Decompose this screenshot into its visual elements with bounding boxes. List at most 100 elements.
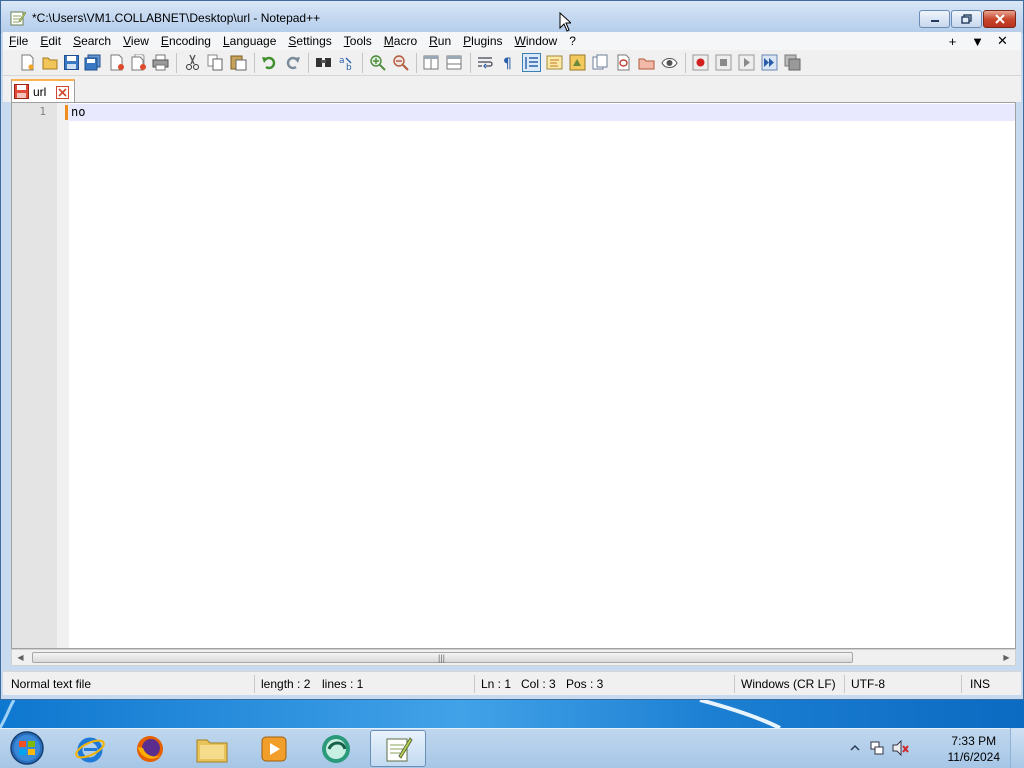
paste-icon[interactable] bbox=[230, 54, 247, 71]
window-title: *C:\Users\VM1.COLLABNET\Desktop\url - No… bbox=[32, 11, 321, 25]
menu-language[interactable]: Language bbox=[217, 32, 282, 50]
save-macro-icon[interactable] bbox=[784, 54, 801, 71]
document-map-icon[interactable] bbox=[569, 54, 586, 71]
menu-settings[interactable]: Settings bbox=[282, 32, 337, 50]
status-eol[interactable]: Windows (CR LF) bbox=[741, 677, 836, 691]
zoom-out-icon[interactable] bbox=[392, 54, 409, 71]
menu-window[interactable]: Window bbox=[509, 32, 564, 50]
status-ln: Ln : 1 bbox=[481, 677, 512, 691]
svg-text:a: a bbox=[339, 56, 345, 66]
system-tray: 7:33 PM 11/6/2024 bbox=[834, 728, 1024, 768]
line-number: 1 bbox=[39, 105, 46, 118]
menu-tools[interactable]: Tools bbox=[338, 32, 378, 50]
toolbar-separator bbox=[416, 53, 417, 73]
status-insert-mode[interactable]: INS bbox=[970, 677, 990, 691]
word-wrap-icon[interactable] bbox=[477, 54, 494, 71]
record-macro-icon[interactable] bbox=[692, 54, 709, 71]
menu-run[interactable]: Run bbox=[423, 32, 457, 50]
toolbar-separator bbox=[254, 53, 255, 73]
stop-recording-icon[interactable] bbox=[715, 54, 732, 71]
title-bar[interactable]: *C:\Users\VM1.COLLABNET\Desktop\url - No… bbox=[1, 1, 1023, 33]
user-defined-language-icon[interactable] bbox=[546, 54, 563, 71]
monitoring-icon[interactable] bbox=[638, 54, 655, 71]
show-hidden-icons-icon[interactable] bbox=[850, 743, 860, 753]
sync-vertical-icon[interactable] bbox=[423, 54, 440, 71]
minimize-button[interactable] bbox=[919, 10, 950, 28]
close-file-icon[interactable] bbox=[109, 54, 126, 71]
show-desktop-button[interactable] bbox=[1010, 728, 1024, 768]
tab-list-button[interactable]: ▼ bbox=[965, 34, 990, 49]
save-icon[interactable] bbox=[63, 54, 80, 71]
horizontal-scrollbar[interactable]: ◀ ||| ▶ bbox=[11, 649, 1016, 666]
status-encoding[interactable]: UTF-8 bbox=[851, 677, 885, 691]
taskbar-firefox[interactable] bbox=[122, 730, 178, 767]
menu-right-controls: + ▼ ✕ bbox=[940, 32, 1015, 50]
undo-icon[interactable] bbox=[261, 54, 278, 71]
mouse-cursor-icon bbox=[559, 12, 571, 32]
new-tab-button[interactable]: + bbox=[940, 34, 965, 49]
menu-help[interactable]: ? bbox=[563, 32, 582, 50]
fold-margin[interactable] bbox=[57, 103, 69, 648]
taskbar-file-explorer[interactable] bbox=[184, 730, 240, 767]
indent-guide-icon[interactable] bbox=[522, 53, 541, 72]
unsaved-file-icon bbox=[14, 84, 29, 99]
internet-explorer-icon bbox=[75, 737, 105, 762]
taskbar-notepadpp[interactable] bbox=[370, 730, 426, 767]
maximize-button[interactable] bbox=[951, 10, 982, 28]
editor-area[interactable]: 1 no bbox=[11, 102, 1016, 649]
volume-muted-icon[interactable] bbox=[892, 740, 910, 756]
caret-marker bbox=[65, 105, 68, 120]
replace-icon[interactable]: ab bbox=[338, 54, 355, 71]
toolbar: ab ¶ bbox=[3, 50, 1021, 76]
playback-macro-icon[interactable] bbox=[738, 54, 755, 71]
toolbar-separator bbox=[308, 53, 309, 73]
menu-encoding[interactable]: Encoding bbox=[155, 32, 217, 50]
code-line[interactable]: no bbox=[71, 105, 85, 119]
show-all-characters-icon[interactable]: ¶ bbox=[500, 54, 517, 71]
print-icon[interactable] bbox=[152, 54, 169, 71]
taskbar-internet-explorer[interactable] bbox=[62, 730, 118, 767]
toolbar-separator bbox=[362, 53, 363, 73]
svg-text:b: b bbox=[346, 63, 352, 71]
menu-edit[interactable]: Edit bbox=[34, 32, 67, 50]
find-icon[interactable] bbox=[315, 54, 332, 71]
minimize-icon bbox=[930, 20, 939, 22]
taskbar-app[interactable] bbox=[308, 730, 364, 767]
tab-close-icon[interactable] bbox=[56, 86, 69, 99]
cut-icon[interactable] bbox=[184, 54, 201, 71]
app-icon bbox=[322, 734, 350, 763]
tab-url[interactable]: url bbox=[11, 79, 75, 102]
menu-view[interactable]: View bbox=[117, 32, 155, 50]
scroll-right-icon[interactable]: ▶ bbox=[998, 650, 1015, 665]
toolbar-separator bbox=[470, 53, 471, 73]
notepadpp-icon bbox=[10, 11, 26, 26]
clock-time: 7:33 PM bbox=[951, 734, 997, 748]
close-window-button[interactable] bbox=[983, 10, 1016, 28]
network-icon[interactable] bbox=[869, 740, 885, 756]
menu-search[interactable]: Search bbox=[67, 32, 117, 50]
menu-plugins[interactable]: Plugins bbox=[457, 32, 508, 50]
start-button[interactable] bbox=[8, 730, 46, 766]
redo-icon[interactable] bbox=[284, 54, 301, 71]
taskbar-media-player[interactable] bbox=[246, 730, 302, 767]
close-document-button[interactable]: ✕ bbox=[990, 33, 1015, 49]
scroll-left-icon[interactable]: ◀ bbox=[12, 650, 29, 665]
tab-bar: url bbox=[3, 76, 1021, 102]
menu-macro[interactable]: Macro bbox=[378, 32, 423, 50]
status-separator bbox=[254, 675, 255, 693]
run-macro-multiple-icon[interactable] bbox=[761, 54, 778, 71]
zoom-in-icon[interactable] bbox=[369, 54, 386, 71]
function-list-icon[interactable] bbox=[592, 54, 609, 71]
save-all-icon[interactable] bbox=[84, 54, 101, 71]
scrollbar-thumb[interactable]: ||| bbox=[32, 652, 853, 663]
copy-icon[interactable] bbox=[207, 54, 224, 71]
sync-horizontal-icon[interactable] bbox=[446, 54, 463, 71]
menu-file[interactable]: File bbox=[3, 32, 34, 50]
new-file-icon[interactable] bbox=[19, 54, 36, 71]
clock[interactable]: 7:33 PM 11/6/2024 bbox=[948, 733, 1001, 765]
folder-workspace-icon[interactable] bbox=[615, 54, 632, 71]
open-file-icon[interactable] bbox=[42, 54, 59, 71]
close-all-icon[interactable] bbox=[131, 54, 148, 71]
wallpaper-streak bbox=[0, 698, 781, 730]
eye-icon[interactable] bbox=[661, 54, 678, 71]
